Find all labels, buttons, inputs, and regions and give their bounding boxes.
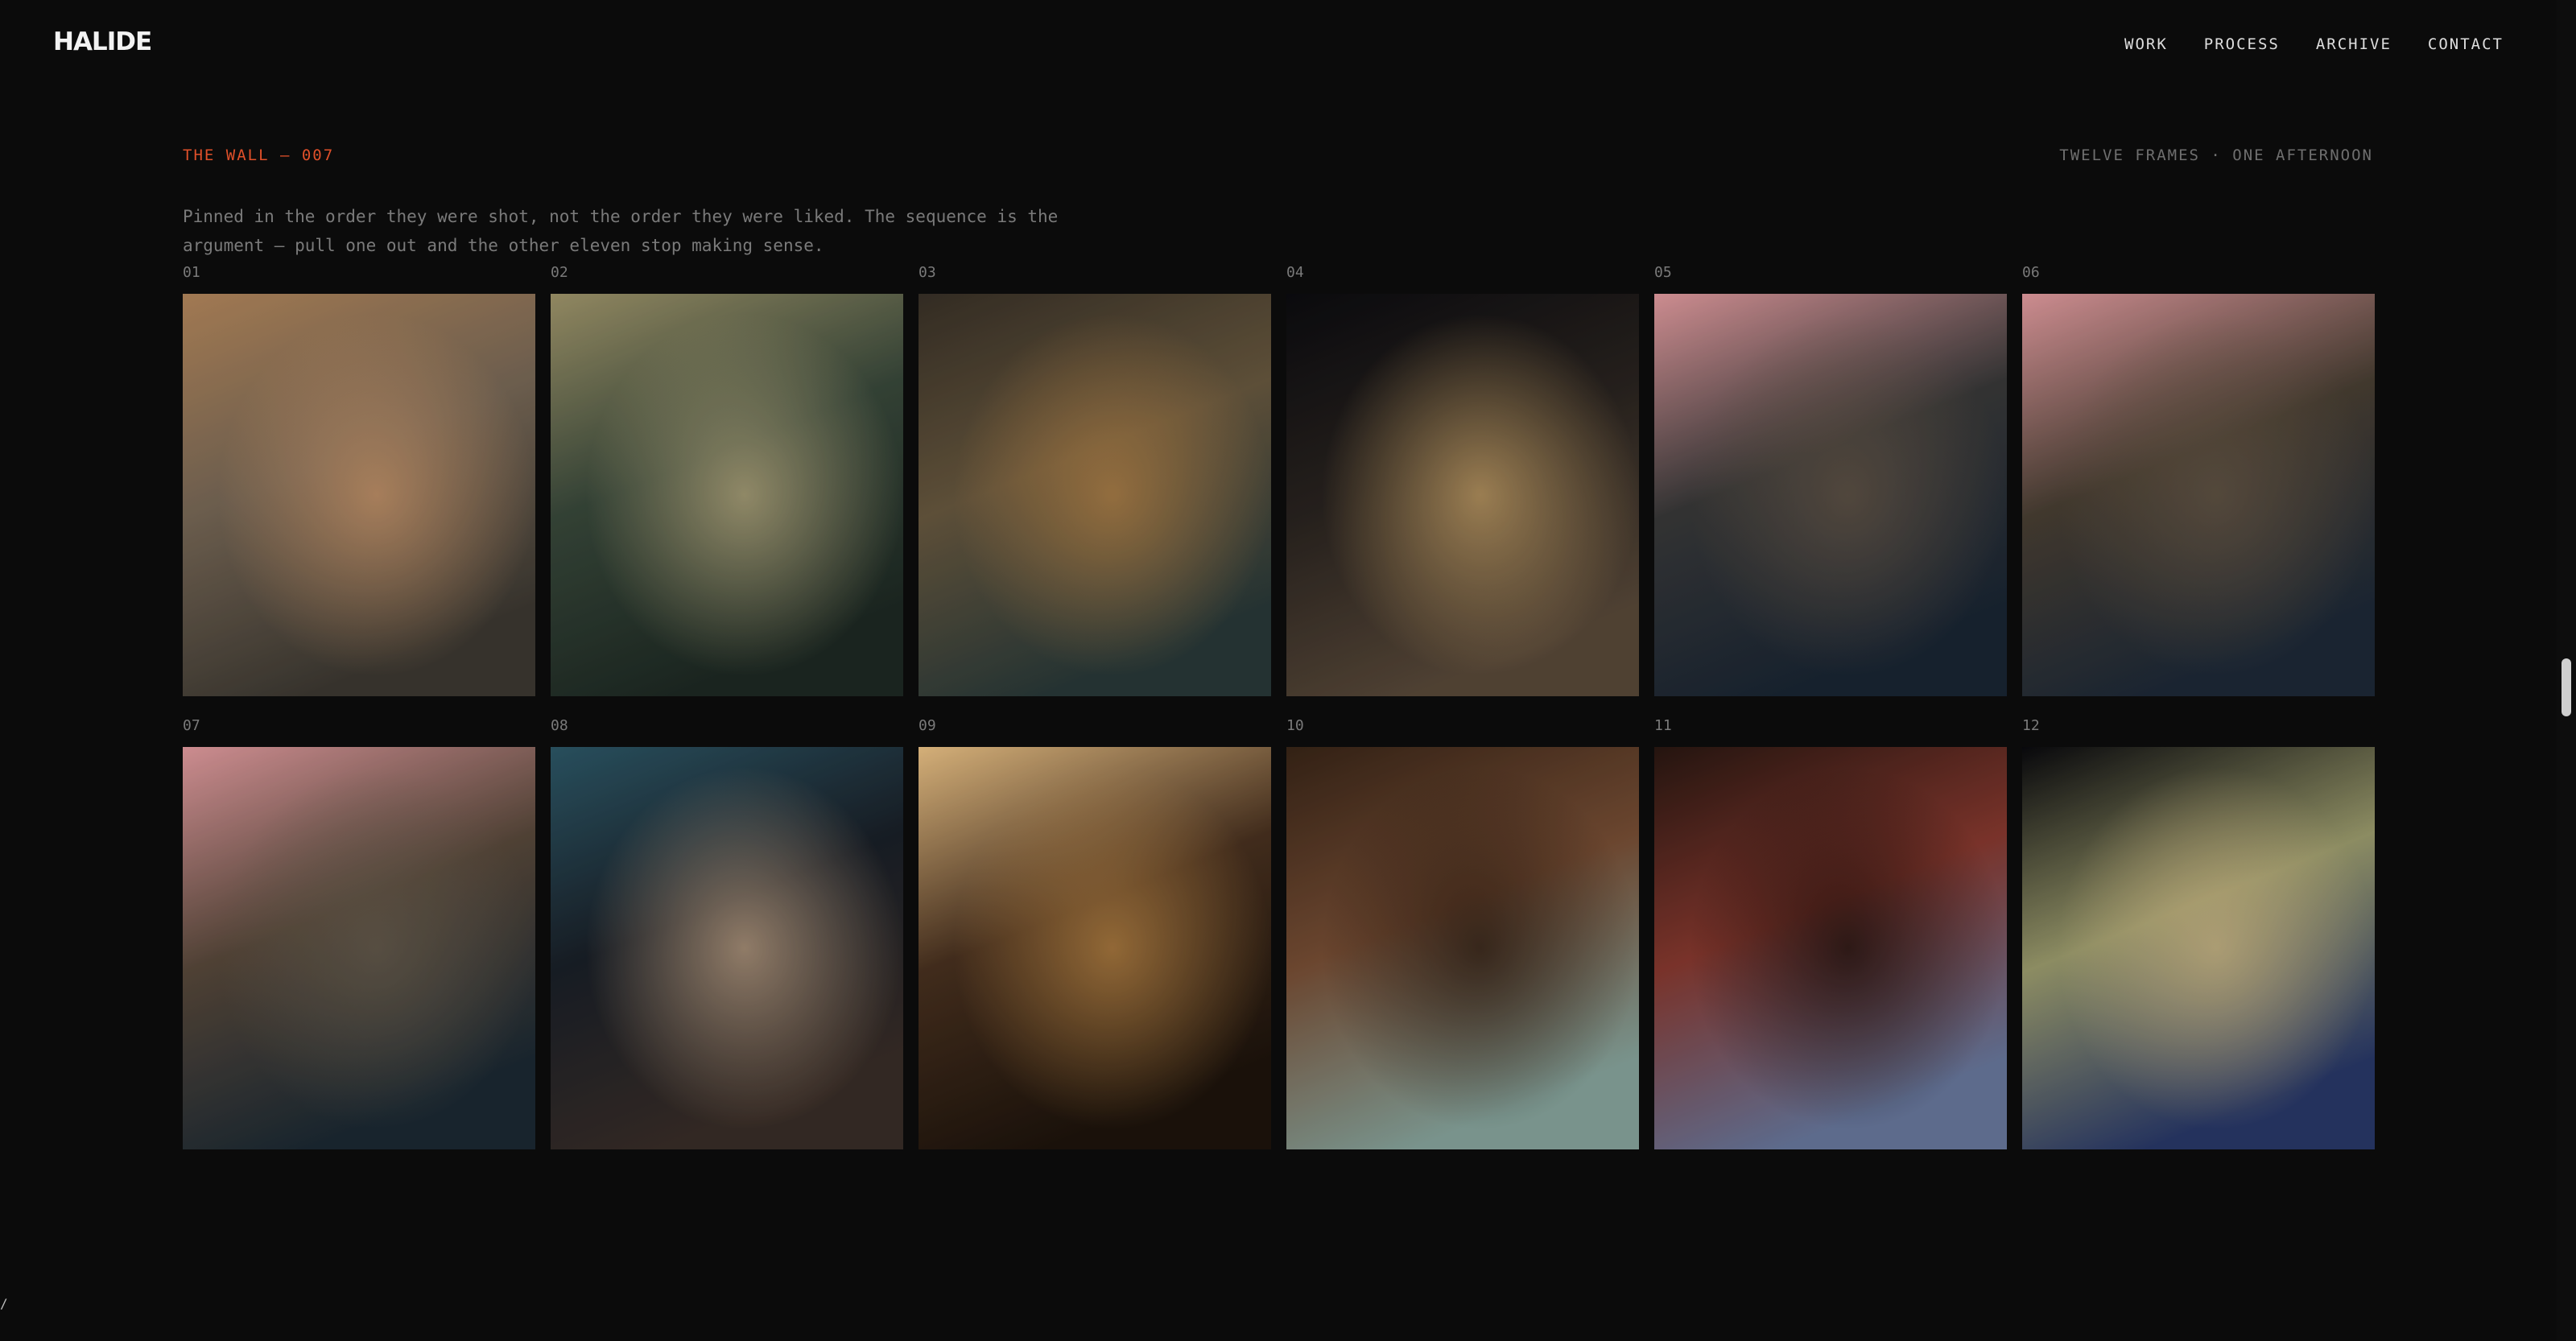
scrollbar-thumb[interactable]: [2562, 658, 2571, 716]
frame-number: 07: [183, 717, 200, 734]
frame-number: 09: [919, 717, 936, 734]
photo-thumbnail[interactable]: [2022, 747, 2375, 1149]
section-eyebrow: THE WALL — 007: [183, 146, 335, 164]
photo-frame[interactable]: 07: [183, 712, 535, 1149]
photo-frame[interactable]: 04: [1286, 259, 1639, 696]
photo-frame[interactable]: 05: [1654, 259, 2007, 696]
photo-frame[interactable]: 09: [919, 712, 1271, 1149]
nav-work-link[interactable]: WORK: [2124, 35, 2168, 53]
photo-thumbnail[interactable]: [183, 294, 535, 696]
frame-number: 10: [1286, 717, 1304, 734]
frame-number: 05: [1654, 264, 1672, 281]
photo-frame[interactable]: 03: [919, 259, 1271, 696]
nav-process-link[interactable]: PROCESS: [2204, 35, 2280, 53]
photo-frame[interactable]: 02: [551, 259, 903, 696]
section-tagline: TWELVE FRAMES · ONE AFTERNOON: [2059, 146, 2373, 164]
photo-thumbnail[interactable]: [2022, 294, 2375, 696]
site-logo[interactable]: HALIDE: [53, 27, 152, 56]
section-intro: Pinned in the order they were shot, not …: [183, 207, 1059, 255]
photo-grid: 01 02 03 04 05 06 07 08 09 10 11 12: [183, 259, 2375, 1149]
frame-number: 01: [183, 264, 200, 281]
photo-thumbnail[interactable]: [1286, 294, 1639, 696]
nav-archive-link[interactable]: ARCHIVE: [2316, 35, 2392, 53]
photo-frame[interactable]: 11: [1654, 712, 2007, 1149]
photo-thumbnail[interactable]: [1286, 747, 1639, 1149]
frame-number: 03: [919, 264, 936, 281]
frame-number: 08: [551, 717, 568, 734]
photo-thumbnail[interactable]: [919, 747, 1271, 1149]
nav-contact-link[interactable]: CONTACT: [2428, 35, 2504, 53]
photo-frame[interactable]: 10: [1286, 712, 1639, 1149]
frame-number: 04: [1286, 264, 1304, 281]
photo-frame[interactable]: 06: [2022, 259, 2375, 696]
main-nav: WORK PROCESS ARCHIVE CONTACT: [2124, 35, 2504, 53]
scrollbar-track[interactable]: [2557, 0, 2576, 1341]
photo-frame[interactable]: 08: [551, 712, 903, 1149]
photo-thumbnail[interactable]: [919, 294, 1271, 696]
photo-frame[interactable]: 01: [183, 259, 535, 696]
corner-mark: /: [0, 1296, 8, 1311]
photo-thumbnail[interactable]: [1654, 294, 2007, 696]
frame-number: 02: [551, 264, 568, 281]
photo-frame[interactable]: 12: [2022, 712, 2375, 1149]
frame-number: 12: [2022, 717, 2040, 734]
photo-thumbnail[interactable]: [551, 294, 903, 696]
frame-number: 06: [2022, 264, 2040, 281]
frame-number: 11: [1654, 717, 1672, 734]
photo-thumbnail[interactable]: [551, 747, 903, 1149]
photo-thumbnail[interactable]: [1654, 747, 2007, 1149]
photo-thumbnail[interactable]: [183, 747, 535, 1149]
